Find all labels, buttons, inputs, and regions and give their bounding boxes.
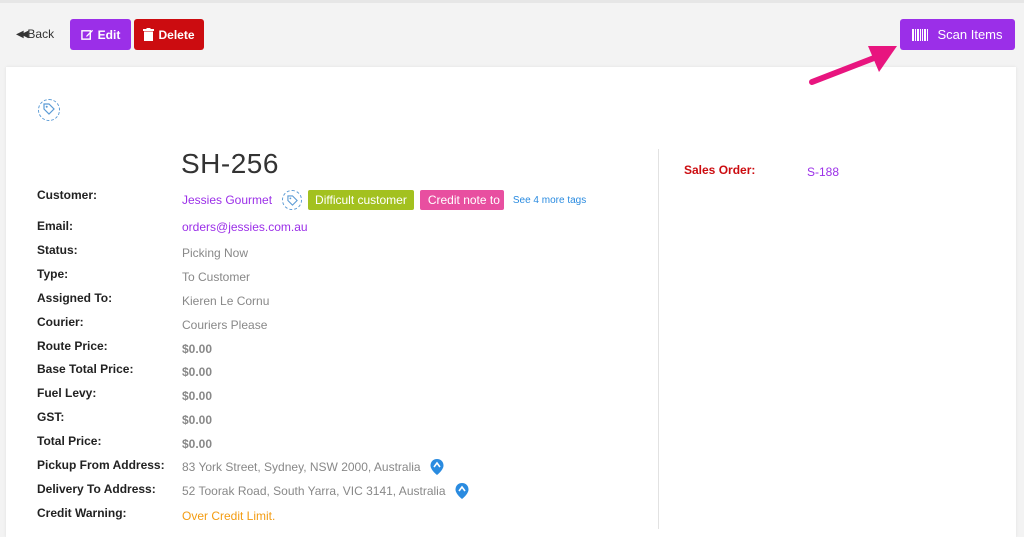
fuel-levy-value: $0.00 — [182, 389, 213, 403]
delete-button[interactable]: Delete — [134, 19, 204, 50]
tag-icon — [43, 102, 55, 118]
customer-value-wrap: Jessies Gourmet Difficult customer Credi… — [182, 190, 586, 210]
base-total-label: Base Total Price: — [37, 362, 134, 376]
courier-label: Courier: — [37, 315, 84, 329]
trash-icon — [143, 28, 155, 41]
base-total-value: $0.00 — [182, 365, 213, 379]
barcode-icon — [912, 28, 929, 41]
credit-warning-row: Credit Warning: Over Credit Limit. — [37, 506, 657, 524]
type-label: Type: — [37, 267, 69, 281]
edit-label: Edit — [97, 27, 121, 42]
delete-label: Delete — [158, 27, 195, 42]
total-price-row: Total Price: $0.00 — [37, 434, 657, 452]
sales-order-label: Sales Order: — [684, 163, 756, 177]
delivery-label: Delivery To Address: — [37, 482, 156, 496]
gst-row: GST: $0.00 — [37, 410, 657, 428]
delivery-value: 52 Toorak Road, South Yarra, VIC 3141, A… — [182, 484, 446, 498]
email-link[interactable]: orders@jessies.com.au — [182, 220, 308, 234]
courier-row: Courier: Couriers Please — [37, 315, 657, 333]
delivery-value-wrap: 52 Toorak Road, South Yarra, VIC 3141, A… — [182, 483, 469, 499]
customer-row: Customer: Jessies Gourmet Difficult cust… — [37, 188, 657, 210]
pencil-square-icon — [80, 28, 94, 41]
total-price-value: $0.00 — [182, 437, 213, 451]
route-price-value: $0.00 — [182, 342, 213, 356]
gst-value: $0.00 — [182, 413, 213, 427]
base-total-row: Base Total Price: $0.00 — [37, 362, 657, 380]
scan-items-label: Scan Items — [937, 27, 1003, 42]
type-value: To Customer — [182, 270, 251, 284]
pickup-row: Pickup From Address: 83 York Street, Syd… — [37, 458, 657, 476]
route-price-row: Route Price: $0.00 — [37, 339, 657, 357]
column-divider — [658, 149, 659, 529]
status-row: Status: Picking Now — [37, 243, 657, 261]
pickup-value-wrap: 83 York Street, Sydney, NSW 2000, Austra… — [182, 459, 444, 475]
fuel-levy-row: Fuel Levy: $0.00 — [37, 386, 657, 404]
tag-difficult-customer: Difficult customer — [308, 190, 414, 210]
map-pin-icon[interactable] — [455, 483, 469, 499]
credit-warning-value: Over Credit Limit. — [182, 509, 276, 523]
delivery-row: Delivery To Address: 52 Toorak Road, Sou… — [37, 482, 657, 500]
tag-credit-note: Credit note to — [419, 190, 504, 210]
top-border — [0, 0, 1024, 3]
customer-tag-button[interactable] — [282, 190, 303, 210]
email-row: Email: orders@jessies.com.au — [37, 219, 657, 237]
pickup-value: 83 York Street, Sydney, NSW 2000, Austra… — [182, 460, 421, 474]
type-row: Type: To Customer — [37, 267, 657, 285]
email-label: Email: — [37, 219, 74, 233]
double-left-arrow-icon: ◀◀ — [16, 28, 29, 40]
credit-warning-label: Credit Warning: — [37, 506, 127, 520]
edit-button[interactable]: Edit — [70, 19, 131, 50]
courier-value: Couriers Please — [182, 318, 268, 332]
assigned-row: Assigned To: Kieren Le Cornu — [37, 291, 657, 309]
scan-items-button[interactable]: Scan Items — [900, 19, 1015, 50]
route-price-label: Route Price: — [37, 339, 108, 353]
pickup-label: Pickup From Address: — [37, 458, 165, 472]
fuel-levy-label: Fuel Levy: — [37, 386, 97, 400]
customer-link[interactable]: Jessies Gourmet — [182, 193, 272, 207]
add-tag-button[interactable] — [38, 99, 60, 121]
status-value: Picking Now — [182, 246, 249, 260]
customer-label: Customer: — [37, 188, 98, 202]
back-button[interactable]: ◀◀ Back — [16, 27, 54, 41]
shipment-title: SH-256 — [181, 148, 279, 179]
back-label: Back — [27, 27, 55, 41]
total-price-label: Total Price: — [37, 434, 102, 448]
tag-icon — [286, 194, 298, 206]
sales-order-link[interactable]: S-188 — [807, 165, 839, 179]
gst-label: GST: — [37, 410, 65, 424]
status-label: Status: — [37, 243, 78, 257]
assigned-value: Kieren Le Cornu — [182, 294, 270, 308]
see-more-tags-link[interactable]: See 4 more tags — [513, 195, 586, 206]
assigned-label: Assigned To: — [37, 291, 113, 305]
map-pin-icon[interactable] — [430, 459, 444, 475]
